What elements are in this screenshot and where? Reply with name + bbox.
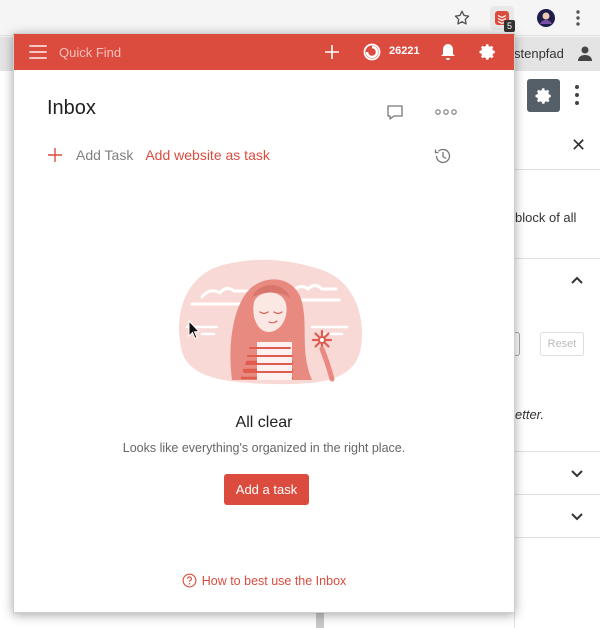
help-link-label[interactable]: How to best use the Inbox <box>202 574 347 588</box>
side-panel-header: ✕ <box>515 123 600 170</box>
star-icon[interactable] <box>452 8 472 28</box>
gear-icon <box>535 87 551 104</box>
kebab-menu-icon[interactable] <box>568 8 588 28</box>
help-link[interactable]: How to best use the Inbox <box>14 573 514 588</box>
add-website-link[interactable]: Add website as task <box>145 147 270 163</box>
add-task-link[interactable]: Add Task <box>76 147 133 163</box>
side-panel-row: block of all <box>515 170 600 259</box>
bell-icon[interactable] <box>438 42 458 62</box>
side-panel-text: block of all <box>515 210 577 225</box>
history-icon[interactable] <box>433 146 453 166</box>
quick-find-input[interactable]: Quick Find <box>59 45 121 60</box>
background-input-edge[interactable] <box>515 332 520 356</box>
karma-icon[interactable] <box>362 42 382 62</box>
background-breadcrumb[interactable]: stenpfad <box>514 46 564 61</box>
chevron-up-icon[interactable] <box>571 275 583 287</box>
reset-button[interactable]: Reset <box>540 332 584 356</box>
side-panel-italic-text: etter. <box>515 407 545 422</box>
more-options-icon[interactable] <box>435 108 457 116</box>
close-icon[interactable]: ✕ <box>571 135 586 156</box>
background-side-panel: ✕ block of all Reset etter. <box>514 123 600 628</box>
empty-state-illustration <box>179 259 363 385</box>
page-title: Inbox <box>47 97 96 119</box>
background-kebab-icon[interactable] <box>570 83 584 107</box>
user-extension-icon[interactable] <box>536 8 556 28</box>
comment-icon[interactable] <box>386 104 404 122</box>
background-settings-button[interactable] <box>527 79 560 112</box>
todoist-popup: Quick Find 26221 Inbox Add Task Add webs… <box>13 33 515 613</box>
side-panel-section: Reset etter. <box>515 259 600 452</box>
menu-icon[interactable] <box>29 45 47 59</box>
extension-badge: 5 <box>504 20 515 32</box>
chevron-down-icon[interactable] <box>571 467 583 479</box>
add-icon[interactable] <box>322 42 342 62</box>
chevron-down-icon[interactable] <box>571 510 583 522</box>
empty-state-message: Looks like everything's organized in the… <box>122 441 406 455</box>
side-panel-collapsed-row[interactable] <box>515 495 600 538</box>
plus-icon[interactable] <box>47 147 63 163</box>
karma-count[interactable]: 26221 <box>389 45 420 57</box>
question-circle-icon <box>182 573 197 588</box>
mouse-cursor-icon <box>188 320 200 340</box>
popup-header: Quick Find 26221 <box>14 34 514 70</box>
add-task-row[interactable]: Add Task Add website as task <box>47 144 270 166</box>
side-panel-collapsed-row[interactable] <box>515 452 600 495</box>
add-task-button[interactable]: Add a task <box>224 474 309 505</box>
gear-icon[interactable] <box>478 42 498 62</box>
browser-toolbar: 5 <box>0 0 600 36</box>
user-icon[interactable] <box>577 45 593 61</box>
empty-state-heading: All clear <box>235 414 293 431</box>
